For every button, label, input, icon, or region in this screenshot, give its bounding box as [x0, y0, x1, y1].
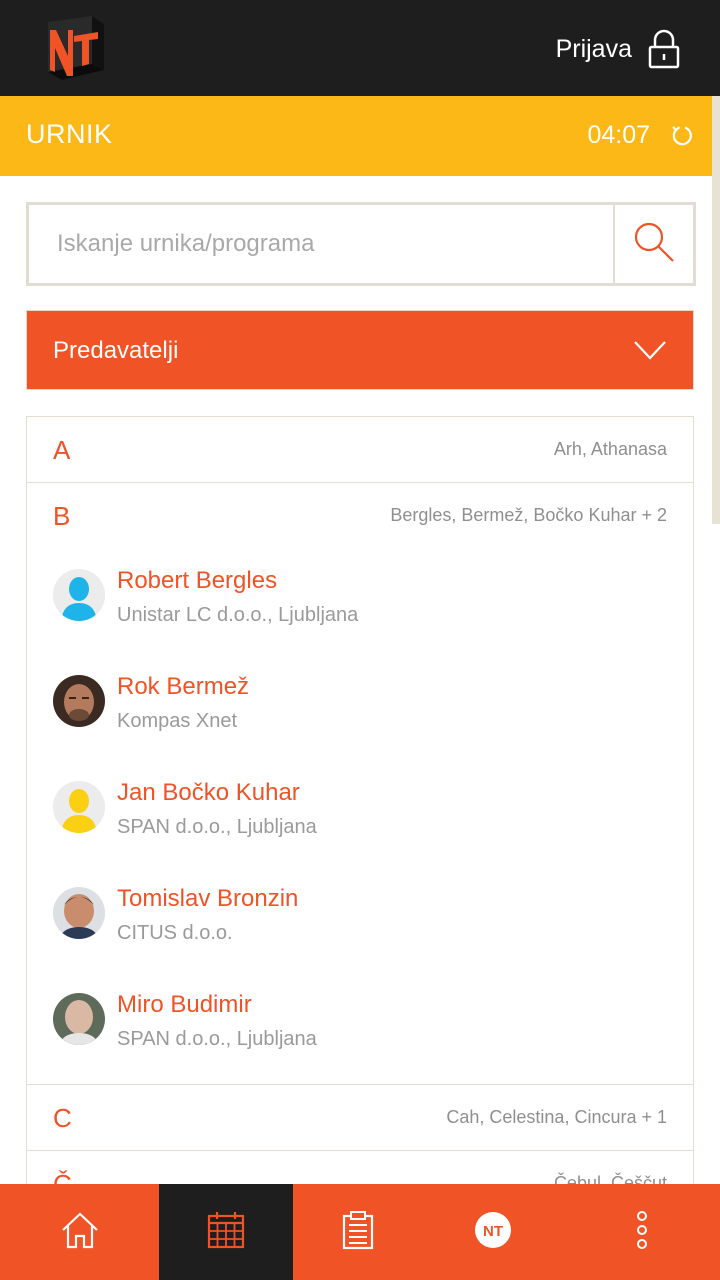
page-title: URNIK: [26, 119, 113, 149]
group-row-b[interactable]: B Bergles, Bermež, Bočko Kuhar + 2: [27, 483, 693, 548]
person-company: Unistar LC d.o.o., Ljubljana: [117, 604, 359, 626]
person-company: CITUS d.o.o.: [117, 922, 233, 944]
list-item[interactable]: Jan Bočko Kuhar SPAN d.o.o., Ljubljana: [27, 762, 693, 868]
avatar: [53, 675, 105, 727]
chevron-down-icon: [633, 339, 667, 366]
list-item[interactable]: Tomislav Bronzin CITUS d.o.o.: [27, 868, 693, 974]
lecturer-list: A Arh, Athanasa B Bergles, Bermež, Bočko…: [26, 416, 694, 1196]
person-name: Miro Budimir: [117, 991, 252, 1018]
person-company: Kompas Xnet: [117, 710, 238, 732]
nav-nt[interactable]: NT: [423, 1184, 563, 1280]
group-summary: Bergles, Bermež, Bočko Kuhar + 2: [390, 505, 667, 525]
group-b-people: Robert Bergles Unistar LC d.o.o., Ljublj…: [27, 548, 693, 1085]
avatar: [53, 993, 105, 1045]
home-icon: [60, 1210, 100, 1255]
group-letter: C: [53, 1103, 72, 1133]
group-summary: Cah, Celestina, Cincura + 1: [446, 1107, 667, 1127]
list-item[interactable]: Rok Bermež Kompas Xnet: [27, 656, 693, 762]
search-input[interactable]: [29, 205, 613, 283]
person-name: Rok Bermež: [117, 673, 250, 700]
clipboard-icon: [338, 1210, 378, 1255]
search-button[interactable]: [613, 205, 693, 283]
person-company: SPAN d.o.o., Ljubljana: [117, 1028, 317, 1050]
nav-more[interactable]: [563, 1184, 720, 1280]
person-company: SPAN d.o.o., Ljubljana: [117, 816, 317, 838]
scrollbar[interactable]: [712, 96, 720, 524]
group-letter: B: [53, 501, 71, 531]
avatar: [53, 569, 105, 621]
list-item[interactable]: Robert Bergles Unistar LC d.o.o., Ljublj…: [27, 550, 693, 656]
calendar-icon: [206, 1210, 246, 1255]
more-vertical-icon: [634, 1210, 650, 1255]
search-icon: [632, 220, 676, 269]
person-name: Robert Bergles: [117, 567, 278, 594]
group-row-c[interactable]: C Cah, Celestina, Cincura + 1: [27, 1085, 693, 1151]
search-box: [26, 202, 696, 286]
filter-dropdown[interactable]: Predavatelji: [26, 310, 694, 390]
avatar: [53, 781, 105, 833]
lock-icon: [648, 29, 680, 69]
group-summary: Arh, Athanasa: [553, 439, 667, 459]
filter-selected-label: Predavatelji: [53, 337, 179, 364]
clock-time: 04:07: [587, 121, 650, 149]
nt-logo-icon[interactable]: [40, 14, 110, 82]
nav-home[interactable]: [0, 1184, 159, 1280]
refresh-icon[interactable]: [670, 124, 694, 153]
person-name: Jan Bočko Kuhar: [117, 779, 300, 806]
group-letter: A: [53, 435, 71, 465]
login-label: Prijava: [555, 34, 632, 63]
nt-badge-icon: NT: [473, 1210, 513, 1255]
nav-calendar[interactable]: [159, 1184, 293, 1280]
avatar: [53, 887, 105, 939]
nav-clipboard[interactable]: [293, 1184, 423, 1280]
title-bar: URNIK 04:07: [0, 96, 712, 176]
group-row-a[interactable]: A Arh, Athanasa: [27, 417, 693, 483]
app-header: Prijava: [0, 0, 720, 96]
list-item[interactable]: Miro Budimir SPAN d.o.o., Ljubljana: [27, 974, 693, 1080]
svg-text:NT: NT: [483, 1223, 503, 1240]
login-button[interactable]: Prijava: [556, 26, 680, 72]
bottom-navigation: NT: [0, 1184, 720, 1280]
person-name: Tomislav Bronzin: [117, 885, 299, 912]
